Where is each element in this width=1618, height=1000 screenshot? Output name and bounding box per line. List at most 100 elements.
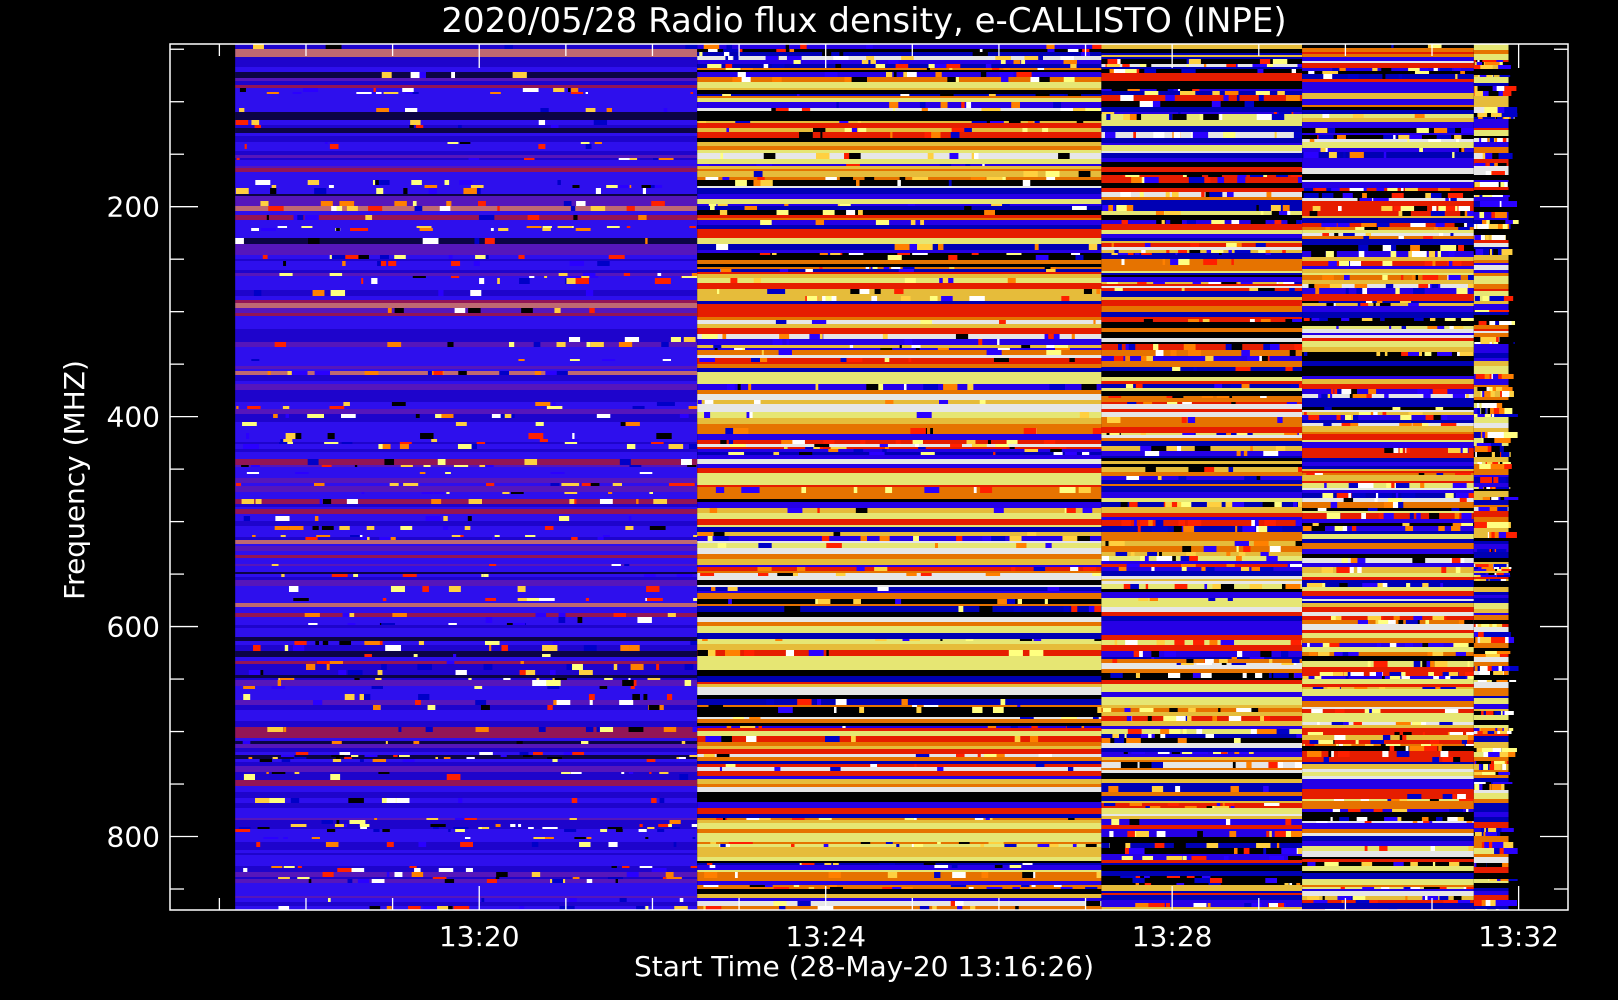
burst-speck: [235, 188, 249, 194]
burst-speck: [464, 526, 471, 530]
frequency-band: [235, 675, 698, 678]
burst-speck: [590, 483, 600, 486]
frequency-band: [1473, 505, 1509, 507]
burst-speck: [508, 342, 515, 347]
frequency-band: [1302, 312, 1474, 318]
frequency-band: [1302, 879, 1474, 885]
burst-speck: [1442, 794, 1453, 799]
burst-speck: [1314, 284, 1330, 288]
burst-speck: [1312, 523, 1319, 526]
frequency-band: [1101, 57, 1303, 59]
burst-speck: [1140, 556, 1145, 561]
burst-speck: [585, 92, 589, 94]
burst-speck: [1282, 250, 1286, 253]
frequency-band: [1302, 239, 1474, 245]
burst-speck: [1196, 663, 1213, 665]
burst-speck: [547, 705, 553, 710]
burst-speck: [1182, 546, 1192, 552]
burst-speck: [934, 64, 947, 68]
burst-speck: [1474, 711, 1481, 715]
burst-speck: [1369, 709, 1372, 713]
burst-speck: [405, 108, 418, 112]
burst-speck: [585, 290, 594, 296]
burst-speck: [1421, 722, 1427, 725]
frequency-band: [1302, 531, 1474, 534]
burst-speck: [801, 863, 815, 865]
burst-speck: [1110, 673, 1123, 678]
burst-speck: [853, 599, 862, 604]
frequency-band: [235, 144, 698, 149]
burst-speck: [433, 827, 439, 829]
burst-speck: [1303, 318, 1310, 321]
burst-speck: [364, 654, 372, 657]
frequency-band: [697, 726, 1102, 728]
burst-speck: [1414, 206, 1428, 211]
burst-speck: [746, 736, 757, 742]
burst-speck: [682, 276, 699, 278]
burst-speck: [1309, 211, 1318, 216]
frequency-band: [1302, 333, 1474, 335]
burst-speck: [1423, 821, 1430, 823]
burst-speck: [1151, 762, 1162, 768]
burst-speck: [1258, 95, 1264, 101]
burst-speck: [1458, 245, 1464, 251]
burst-speck: [458, 798, 463, 803]
burst-speck: [1144, 876, 1150, 878]
burst-speck: [825, 296, 832, 301]
burst-speck: [1117, 253, 1128, 255]
burst-speck: [254, 125, 261, 128]
burst-speck: [1063, 77, 1075, 82]
burst-speck: [580, 142, 590, 144]
burst-speck: [1108, 205, 1113, 211]
burst-speck: [806, 296, 818, 301]
frequency-band: [1101, 300, 1303, 303]
burst-speck: [1126, 564, 1140, 567]
burst-speck: [1492, 579, 1501, 581]
burst-speck: [926, 68, 930, 70]
frequency-band: [697, 362, 1102, 364]
frequency-band: [697, 857, 1102, 861]
burst-speck: [716, 244, 729, 250]
burst-speck: [1455, 493, 1469, 498]
burst-speck: [1071, 253, 1081, 255]
burst-speck: [1135, 883, 1140, 885]
frequency-band: [1473, 517, 1509, 522]
burst-speck: [1342, 652, 1349, 656]
spectrogram-chart: 2020/05/28 Radio flux density, e-CALLIST…: [58, 1, 1569, 983]
burst-speck: [1145, 806, 1150, 808]
burst-speck: [659, 798, 665, 803]
burst-speck: [1285, 95, 1300, 101]
frequency-band: [1473, 552, 1509, 558]
burst-speck: [1365, 301, 1373, 303]
burst-speck: [1408, 412, 1423, 415]
frequency-band: [697, 404, 1102, 409]
burst-speck: [1281, 663, 1294, 665]
frequency-band: [697, 749, 1102, 754]
frequency-band: [697, 215, 1102, 218]
burst-speck: [1078, 487, 1091, 493]
burst-speck: [579, 842, 591, 847]
frequency-band: [697, 166, 1102, 169]
burst-speck: [1130, 552, 1135, 556]
burst-speck: [1169, 708, 1178, 712]
burst-speck: [236, 158, 240, 160]
frequency-band: [1101, 692, 1303, 697]
burst-speck: [1500, 832, 1514, 836]
frequency-band: [1101, 697, 1303, 702]
burst-speck: [1135, 673, 1141, 678]
burst-speck: [866, 384, 879, 390]
burst-speck: [359, 759, 364, 762]
burst-speck: [422, 586, 429, 592]
frequency-band: [697, 664, 1102, 670]
frequency-band: [235, 57, 698, 62]
burst-speck: [1243, 451, 1248, 456]
burst-speck: [606, 108, 613, 112]
burst-speck: [846, 358, 863, 362]
x-tick-label: 13:20: [439, 920, 520, 953]
burst-speck: [1156, 89, 1168, 91]
frequency-band: [697, 296, 1102, 301]
frequency-band: [697, 771, 1102, 776]
frequency-band: [235, 414, 698, 418]
burst-speck: [386, 872, 390, 877]
burst-speck: [1107, 417, 1121, 423]
